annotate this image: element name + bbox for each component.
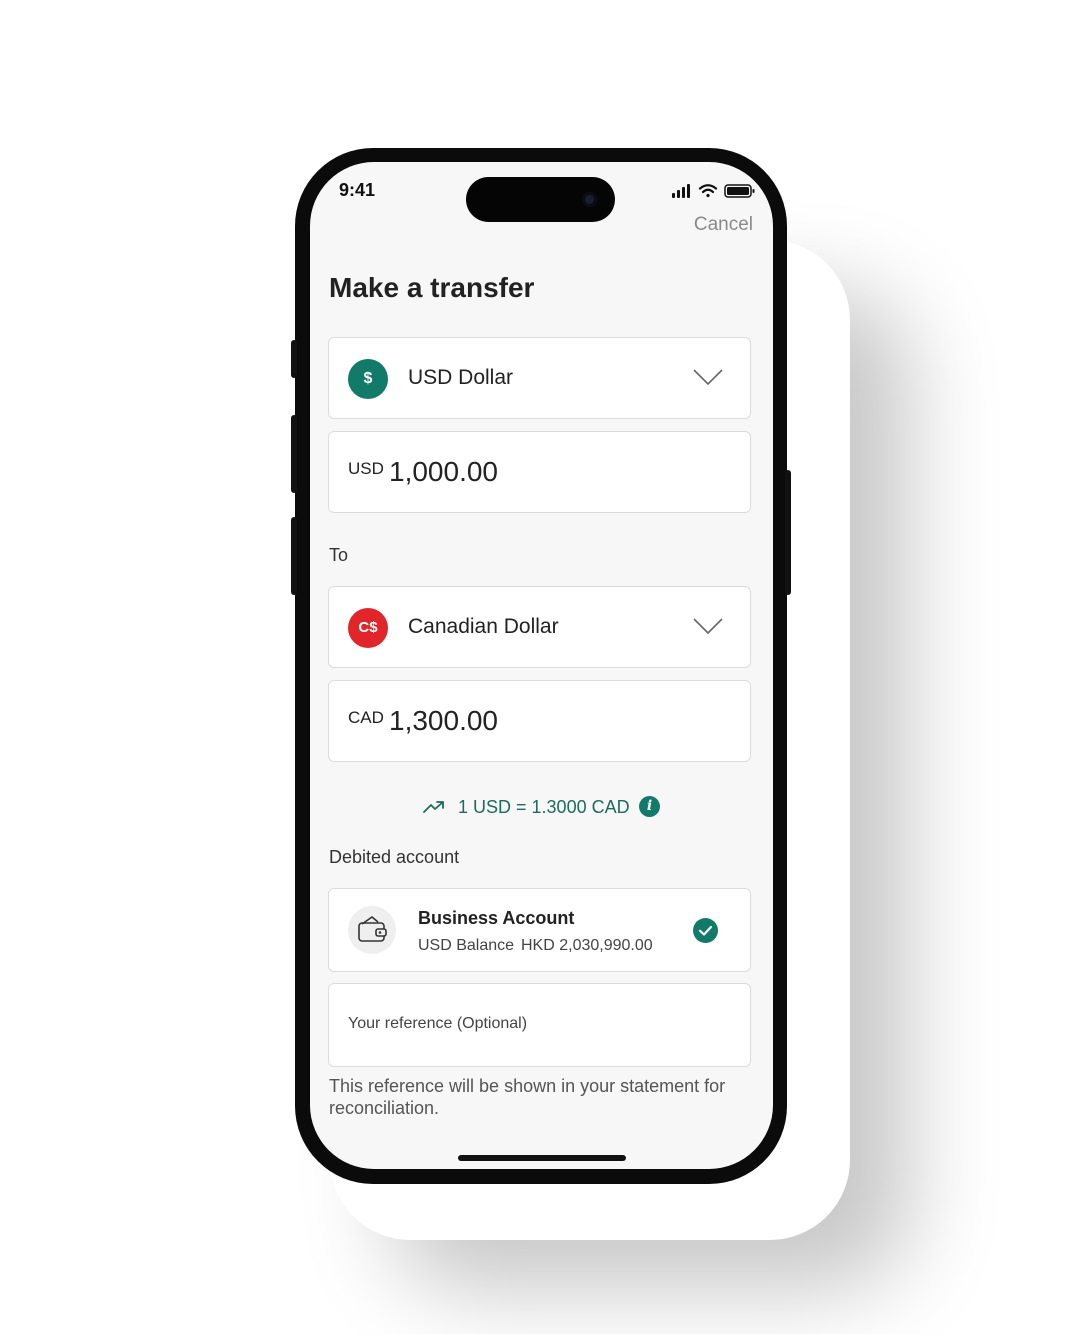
phone-screen: 9:41 Cancel Make a transfer $ USD Dollar… [310,162,773,1169]
chevron-down-icon [693,618,723,635]
status-icons [672,184,755,198]
action-button [291,340,297,378]
to-label: To [329,545,349,565]
wifi-icon [698,184,718,198]
trending-up-icon [423,801,444,813]
to-amount-value: 1,300.00 [389,705,498,736]
from-currency-label: USD Dollar [408,366,514,389]
to-amount-currency-code: CAD [348,708,384,727]
debited-account-label: Debited account [329,847,460,867]
from-amount-value: 1,000.00 [389,456,498,487]
camera-icon [582,192,597,207]
volume-down-button [291,517,297,595]
cancel-button[interactable]: Cancel [694,214,753,236]
signal-icon [672,184,690,198]
reference-hint: This reference will be shown in your sta… [329,1076,726,1118]
battery-icon [724,184,755,198]
debited-account-card[interactable]: Business Account USD Balance HKD 2,030,9… [328,888,751,972]
check-circle-icon [693,918,718,943]
to-currency-label: Canadian Dollar [408,615,559,638]
chevron-down-icon [693,369,723,386]
reference-field[interactable] [328,983,751,1067]
page-title: Make a transfer [329,272,535,303]
home-indicator[interactable] [458,1155,626,1161]
account-name: Business Account [418,908,575,928]
dollar-icon: $ [348,359,388,399]
from-amount-currency-code: USD [348,459,384,478]
dynamic-island [466,177,615,222]
status-time: 9:41 [339,180,376,200]
info-icon[interactable]: i [639,796,660,817]
from-amount-field[interactable]: USD 1,000.00 [328,431,751,513]
balance-value: HKD 2,030,990.00 [521,937,653,954]
volume-up-button [291,415,297,493]
to-currency-select[interactable]: C$ Canadian Dollar [328,586,751,668]
balance-label: USD Balance [418,937,515,954]
canadian-dollar-icon: C$ [348,608,388,648]
to-amount-field[interactable]: CAD 1,300.00 [328,680,751,762]
wallet-icon [348,906,396,954]
reference-input[interactable] [348,1015,728,1033]
from-currency-select[interactable]: $ USD Dollar [328,337,751,419]
power-button [785,470,791,595]
exchange-rate-text: 1 USD = 1.3000 CAD [458,797,630,817]
